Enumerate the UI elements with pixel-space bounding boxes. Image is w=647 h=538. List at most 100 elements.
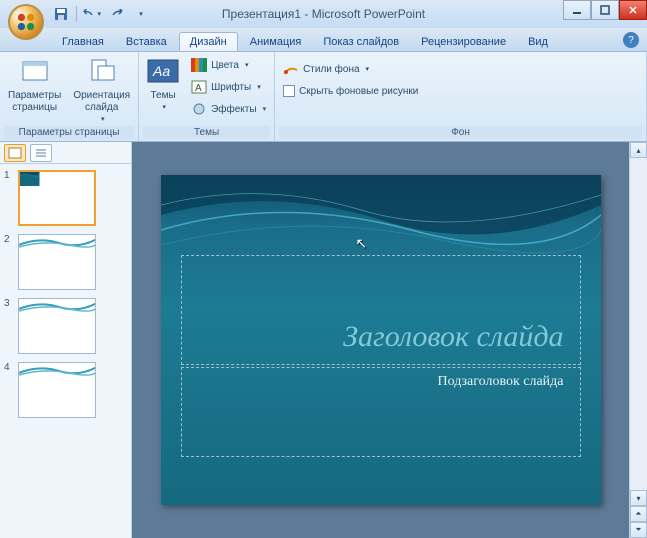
thumb-number: 1 (4, 170, 14, 181)
thumb-preview (19, 299, 96, 313)
minimize-button[interactable] (563, 0, 591, 20)
themes-label: Темы (151, 90, 176, 102)
slide-thumb-1[interactable] (18, 170, 96, 226)
tab-review[interactable]: Рецензирование (411, 33, 516, 51)
colors-label: Цвета (211, 60, 239, 71)
tab-home[interactable]: Главная (52, 33, 114, 51)
ribbon: Параметры страницы Ориентация слайда▾ Па… (0, 52, 647, 142)
chevron-up-icon: ▴ (636, 146, 640, 155)
slide-canvas[interactable]: Заголовок слайда Подзаголовок слайда ↖ (161, 175, 601, 505)
fonts-icon: A (191, 79, 207, 95)
title-bar: ▾ ▾ Презентация1 - Microsoft PowerPoint (0, 0, 647, 28)
cursor-icon: ↖ (356, 235, 368, 252)
thumb-number: 4 (4, 362, 14, 373)
subtitle-text: Подзаголовок слайда (198, 374, 564, 390)
orientation-button[interactable]: Ориентация слайда▾ (69, 54, 134, 126)
thumb-preview (19, 235, 96, 249)
chevron-down-icon: ▾ (636, 494, 640, 503)
slides-tab[interactable] (4, 144, 26, 162)
page-params-label: Параметры страницы (8, 90, 61, 114)
fonts-label: Шрифты (211, 82, 251, 93)
scroll-track[interactable] (630, 158, 647, 490)
tab-design[interactable]: Дизайн (179, 32, 238, 51)
group-label-page-setup: Параметры страницы (4, 126, 134, 139)
window-title: Презентация1 - Microsoft PowerPoint (222, 7, 425, 21)
page-params-button[interactable]: Параметры страницы (4, 54, 65, 116)
effects-label: Эффекты (211, 104, 256, 115)
colors-icon (191, 57, 207, 73)
tab-view[interactable]: Вид (518, 33, 558, 51)
subtitle-placeholder[interactable]: Подзаголовок слайда (181, 367, 581, 457)
slide-thumb-3[interactable] (18, 298, 96, 354)
vertical-scrollbar: ▴ ▾ ⏶ ⏷ (629, 142, 647, 538)
thumb-number: 2 (4, 234, 14, 245)
checkbox-icon (283, 85, 295, 97)
quick-access-toolbar: ▾ ▾ (52, 5, 149, 23)
bg-styles-button[interactable]: Стили фона▾ (279, 58, 422, 80)
workspace: 1 2 3 4 (0, 142, 647, 538)
slides-panel: 1 2 3 4 (0, 142, 132, 538)
save-icon (54, 7, 68, 21)
outline-tab[interactable] (30, 144, 52, 162)
themes-gallery-button[interactable]: Aa Темы▾ (143, 54, 183, 114)
minimize-icon (572, 5, 582, 15)
bg-styles-label: Стили фона (303, 64, 359, 75)
effects-button[interactable]: Эффекты▾ (187, 98, 270, 120)
qat-customize[interactable]: ▾ (131, 5, 149, 23)
group-label-themes: Темы (143, 126, 270, 139)
maximize-button[interactable] (591, 0, 619, 20)
prev-slide-button[interactable]: ⏶ (630, 506, 647, 522)
page-params-icon (19, 56, 51, 88)
undo-icon (83, 9, 95, 19)
thumb-number: 3 (4, 298, 14, 309)
scroll-down-button[interactable]: ▾ (630, 490, 647, 506)
ribbon-tabs: Главная Вставка Дизайн Анимация Показ сл… (0, 28, 647, 52)
maximize-icon (600, 5, 610, 15)
double-down-icon: ⏷ (635, 525, 641, 535)
group-page-setup: Параметры страницы Ориентация слайда▾ Па… (0, 52, 139, 141)
title-placeholder[interactable]: Заголовок слайда (181, 255, 581, 365)
undo-button[interactable]: ▾ (83, 5, 101, 23)
redo-icon (109, 9, 123, 19)
hide-bg-checkbox[interactable]: Скрыть фоновые рисунки (279, 80, 422, 102)
title-text: Заголовок слайда (343, 320, 563, 354)
bg-styles-icon (283, 61, 299, 77)
save-button[interactable] (52, 5, 70, 23)
tab-insert[interactable]: Вставка (116, 33, 177, 51)
outline-tab-icon (34, 147, 48, 159)
close-button[interactable] (619, 0, 647, 20)
redo-button[interactable] (107, 5, 125, 23)
hide-bg-label: Скрыть фоновые рисунки (299, 86, 418, 97)
thumb-preview (19, 363, 96, 377)
tab-slideshow[interactable]: Показ слайдов (313, 33, 409, 51)
fonts-button[interactable]: A Шрифты▾ (187, 76, 270, 98)
window-controls (563, 0, 647, 20)
slide-thumb-4[interactable] (18, 362, 96, 418)
group-label-background: Фон (279, 126, 642, 139)
orientation-icon (86, 56, 118, 88)
help-button[interactable]: ? (623, 32, 639, 48)
office-button[interactable] (8, 4, 44, 40)
svg-text:A: A (195, 83, 202, 94)
slides-tab-icon (8, 147, 22, 159)
svg-text:Aa: Aa (152, 63, 170, 79)
scroll-up-button[interactable]: ▴ (630, 142, 647, 158)
help-icon: ? (628, 35, 634, 46)
group-themes: Aa Темы▾ Цвета▾ A Шрифты▾ Эффекты▾ Темы (139, 52, 275, 141)
office-logo-icon (15, 11, 37, 33)
tab-animation[interactable]: Анимация (240, 33, 312, 51)
slide-thumb-2[interactable] (18, 234, 96, 290)
thumb-row-4: 4 (4, 362, 127, 418)
panel-tabs (0, 142, 131, 164)
orientation-label: Ориентация слайда (73, 90, 130, 114)
themes-icon: Aa (147, 56, 179, 88)
double-up-icon: ⏶ (635, 509, 641, 519)
effects-icon (191, 101, 207, 117)
group-background: Стили фона▾ Скрыть фоновые рисунки Фон (275, 52, 647, 141)
close-icon (628, 5, 638, 15)
colors-button[interactable]: Цвета▾ (187, 54, 270, 76)
thumb-row-2: 2 (4, 234, 127, 290)
slide-editor[interactable]: Заголовок слайда Подзаголовок слайда ↖ (132, 142, 629, 538)
next-slide-button[interactable]: ⏷ (630, 522, 647, 538)
separator (76, 6, 77, 22)
